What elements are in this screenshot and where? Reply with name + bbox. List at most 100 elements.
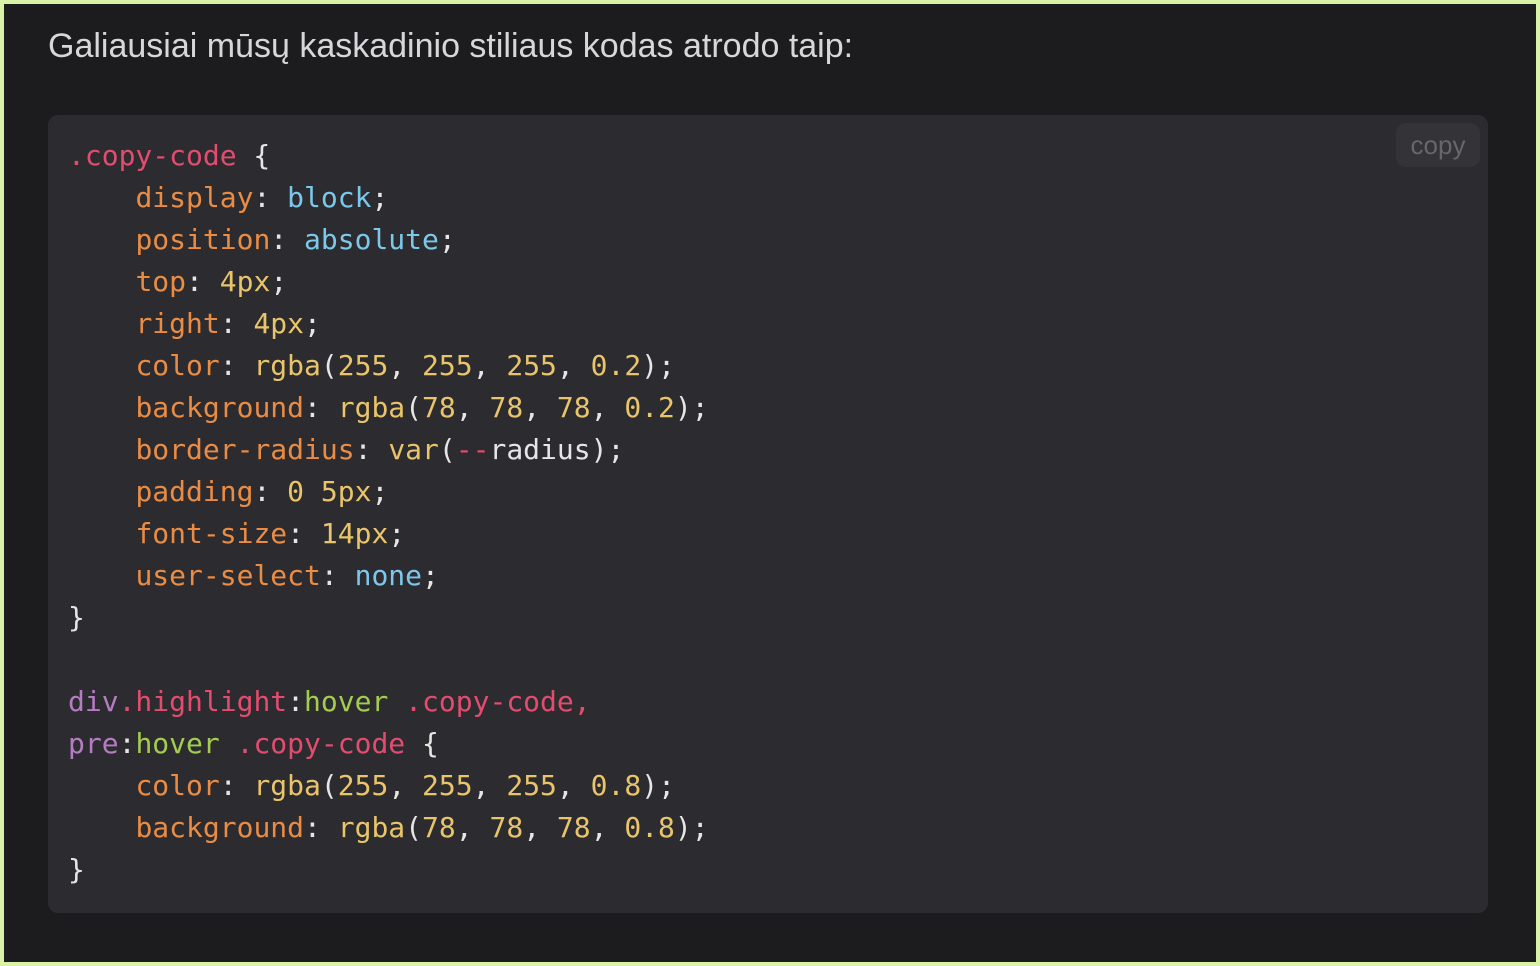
copy-button[interactable]: copy <box>1396 123 1480 167</box>
code-token: 78 <box>489 391 524 424</box>
code-token: : <box>219 769 254 802</box>
code-line: user-select: none; <box>68 555 709 597</box>
code-line: top: 4px; <box>68 261 709 303</box>
code-token: , <box>472 769 507 802</box>
code-token: font-size <box>135 517 288 550</box>
code-token: 78 <box>556 811 591 844</box>
code-token: user-select <box>135 559 321 592</box>
code-token: ); <box>674 391 709 424</box>
code-token: 4px <box>253 307 305 340</box>
code-token: 255 <box>422 349 473 382</box>
code-token: , <box>455 391 490 424</box>
code-line: position: absolute; <box>68 219 709 261</box>
code-token: , <box>590 391 625 424</box>
code-token: rgba <box>337 391 406 424</box>
page-frame: Galiausiai mūsų kaskadinio stiliaus koda… <box>0 0 1540 966</box>
code-token: ; <box>304 307 321 340</box>
code-token: ( <box>438 433 456 466</box>
code-token: hover <box>304 685 389 718</box>
code-line: div.highlight:hover .copy-code, <box>68 681 709 723</box>
code-line: background: rgba(78, 78, 78, 0.2); <box>68 387 709 429</box>
code-token: 0.2 <box>590 349 642 382</box>
code-token: ( <box>320 349 338 382</box>
code-token: 255 <box>506 349 557 382</box>
code-token: 255 <box>337 349 389 382</box>
code-token: { <box>405 727 439 760</box>
code-token: .copy-code, <box>405 685 591 718</box>
code-token: .highlight <box>118 685 288 718</box>
code-token: 78 <box>489 811 524 844</box>
code-token: ); <box>590 433 625 466</box>
code-line: display: block; <box>68 177 709 219</box>
code-line: right: 4px; <box>68 303 709 345</box>
code-token: : <box>354 433 389 466</box>
code-token: : <box>253 475 288 508</box>
code-token: hover <box>135 727 220 760</box>
code-token: 255 <box>506 769 557 802</box>
code-token: 255 <box>337 769 389 802</box>
code-token: rgba <box>337 811 406 844</box>
code-line: color: rgba(255, 255, 255, 0.2); <box>68 345 709 387</box>
code-token: 255 <box>422 769 473 802</box>
code-token: ( <box>405 811 423 844</box>
code-token: , <box>590 811 625 844</box>
code-line: padding: 0 5px; <box>68 471 709 513</box>
code-token: ); <box>641 769 675 802</box>
code-line: border-radius: var(--radius); <box>68 429 709 471</box>
code-token: : <box>118 727 136 760</box>
code-line: } <box>68 849 709 891</box>
code-token: border-radius <box>135 433 355 466</box>
code-token: rgba <box>253 769 321 802</box>
code-token: ; <box>388 517 406 550</box>
code-token: 0.2 <box>624 391 675 424</box>
code-token: , <box>455 811 490 844</box>
code-line: .copy-code { <box>68 135 709 177</box>
code-token: : <box>287 517 321 550</box>
code-token: none <box>354 559 423 592</box>
code-token: background <box>135 391 305 424</box>
code-token: , <box>556 769 591 802</box>
code-token: block <box>287 181 372 214</box>
code-token: color <box>135 769 220 802</box>
code-token: ; <box>371 181 389 214</box>
code-token: pre <box>68 727 119 760</box>
code-token: 14px <box>320 517 389 550</box>
code-token: , <box>388 349 423 382</box>
code-token: ( <box>405 391 423 424</box>
code-line: } <box>68 597 709 639</box>
code-line: font-size: 14px; <box>68 513 709 555</box>
code-token: color <box>135 349 220 382</box>
code-token: 4px <box>219 265 271 298</box>
code-token: { <box>236 139 271 172</box>
code-token: : <box>287 685 305 718</box>
code-token: ; <box>422 559 439 592</box>
code-token: : <box>253 181 288 214</box>
code-token: background <box>135 811 305 844</box>
code-token: : <box>320 559 355 592</box>
code-token: absolute <box>304 223 439 256</box>
code-token: ; <box>371 475 389 508</box>
code-token: rgba <box>253 349 321 382</box>
code-token: , <box>556 349 591 382</box>
intro-paragraph: Galiausiai mūsų kaskadinio stiliaus koda… <box>48 27 854 65</box>
code-token: ); <box>641 349 675 382</box>
code-token: position <box>135 223 271 256</box>
code-token: : <box>304 811 338 844</box>
code-token: : <box>186 265 220 298</box>
code-token: : <box>219 307 254 340</box>
code-token: 78 <box>422 391 456 424</box>
code-token: .copy-code <box>236 727 406 760</box>
code-token: var <box>388 433 439 466</box>
